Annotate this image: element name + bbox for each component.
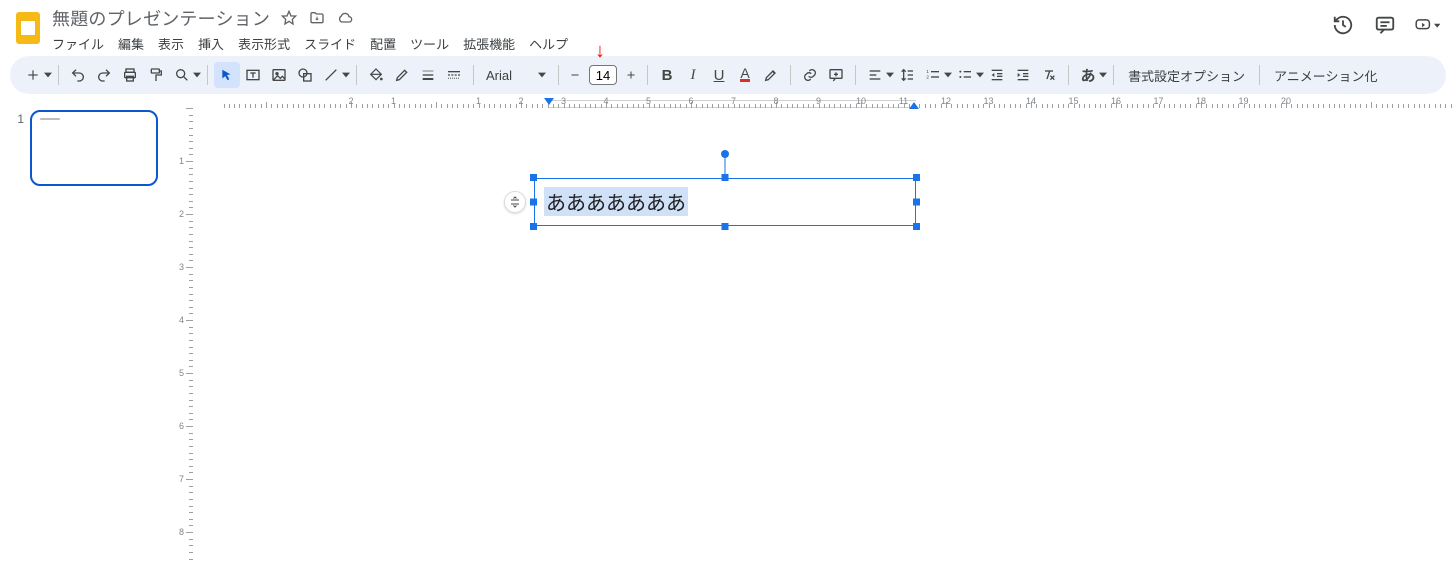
align-button[interactable] bbox=[862, 62, 888, 88]
input-tools-button[interactable]: あ bbox=[1075, 62, 1101, 88]
select-tool-button[interactable] bbox=[214, 62, 240, 88]
move-folder-icon[interactable] bbox=[308, 9, 326, 27]
paint-format-button[interactable] bbox=[143, 62, 169, 88]
bulleted-list-button[interactable] bbox=[952, 62, 978, 88]
menu-insert[interactable]: 挿入 bbox=[198, 34, 224, 53]
italic-button[interactable]: I bbox=[680, 62, 706, 88]
rotation-handle-line bbox=[725, 156, 726, 174]
menu-help[interactable]: ヘルプ bbox=[529, 34, 568, 53]
font-selector[interactable]: Arial bbox=[480, 68, 552, 83]
rotation-handle[interactable] bbox=[721, 150, 729, 158]
new-slide-button[interactable] bbox=[20, 62, 46, 88]
toolbar: Arial B I U A 12 あ 書式設定オプション アニメーション化 bbox=[10, 56, 1446, 94]
zoom-button[interactable] bbox=[169, 62, 195, 88]
image-button[interactable] bbox=[266, 62, 292, 88]
animation-button[interactable]: アニメーション化 bbox=[1266, 66, 1385, 85]
slide-thumbnail-panel: 1 bbox=[0, 94, 175, 565]
resize-handle-tl[interactable] bbox=[530, 174, 537, 181]
document-title[interactable]: 無題のプレゼンテーション bbox=[52, 5, 270, 31]
slide-thumbnail-1[interactable] bbox=[30, 110, 158, 186]
slide-number: 1 bbox=[10, 110, 24, 565]
redo-button[interactable] bbox=[91, 62, 117, 88]
menu-edit[interactable]: 編集 bbox=[118, 34, 144, 53]
border-color-button[interactable] bbox=[389, 62, 415, 88]
star-icon[interactable] bbox=[280, 9, 298, 27]
menu-view[interactable]: 表示 bbox=[158, 34, 184, 53]
comment-icon[interactable] bbox=[1372, 12, 1398, 38]
text-color-button[interactable]: A bbox=[732, 62, 758, 88]
resize-handle-bm[interactable] bbox=[722, 223, 729, 230]
resize-handle-tm[interactable] bbox=[722, 174, 729, 181]
menu-arrange[interactable]: 配置 bbox=[370, 34, 396, 53]
font-size-input[interactable] bbox=[589, 65, 617, 85]
line-button[interactable] bbox=[318, 62, 344, 88]
clear-formatting-button[interactable] bbox=[1036, 62, 1062, 88]
border-dash-button[interactable] bbox=[441, 62, 467, 88]
highlight-color-button[interactable] bbox=[758, 62, 784, 88]
undo-button[interactable] bbox=[65, 62, 91, 88]
vertical-ruler[interactable]: 12345678 bbox=[175, 94, 193, 565]
canvas-area[interactable]: あああああああ bbox=[193, 110, 1456, 565]
print-button[interactable] bbox=[117, 62, 143, 88]
resize-handle-mr[interactable] bbox=[913, 199, 920, 206]
thumbnail-content-line bbox=[40, 118, 60, 120]
resize-handle-tr[interactable] bbox=[913, 174, 920, 181]
svg-text:1: 1 bbox=[926, 69, 929, 74]
present-button[interactable] bbox=[1414, 12, 1440, 38]
slide-canvas[interactable]: あああああああ bbox=[436, 110, 1456, 565]
resize-handle-br[interactable] bbox=[913, 223, 920, 230]
selected-textbox[interactable]: あああああああ bbox=[534, 178, 916, 226]
autofit-button[interactable] bbox=[504, 191, 526, 213]
menu-extensions[interactable]: 拡張機能 bbox=[463, 34, 515, 53]
shape-button[interactable] bbox=[292, 62, 318, 88]
underline-button[interactable]: U bbox=[706, 62, 732, 88]
horizontal-ruler[interactable]: 211234567891011121314151617181920 bbox=[193, 96, 1456, 110]
resize-handle-bl[interactable] bbox=[530, 223, 537, 230]
menu-slide[interactable]: スライド bbox=[304, 34, 356, 53]
decrease-indent-button[interactable] bbox=[984, 62, 1010, 88]
bold-button[interactable]: B bbox=[654, 62, 680, 88]
menu-format[interactable]: 表示形式 bbox=[238, 34, 290, 53]
increase-indent-button[interactable] bbox=[1010, 62, 1036, 88]
history-icon[interactable] bbox=[1330, 12, 1356, 38]
increase-font-size-button[interactable] bbox=[621, 62, 641, 88]
numbered-list-button[interactable]: 12 bbox=[920, 62, 946, 88]
line-spacing-button[interactable] bbox=[894, 62, 920, 88]
resize-handle-ml[interactable] bbox=[530, 199, 537, 206]
slides-app-icon[interactable] bbox=[10, 10, 46, 46]
textbox-text[interactable]: あああああああ bbox=[544, 187, 688, 216]
border-weight-button[interactable] bbox=[415, 62, 441, 88]
titlebar: 無題のプレゼンテーション ファイル 編集 表示 挿入 表示形式 スライド 配置 … bbox=[0, 0, 1456, 56]
decrease-font-size-button[interactable] bbox=[565, 62, 585, 88]
menubar: ファイル 編集 表示 挿入 表示形式 スライド 配置 ツール 拡張機能 ヘルプ bbox=[52, 34, 568, 53]
menu-tools[interactable]: ツール bbox=[410, 34, 449, 53]
insert-link-button[interactable] bbox=[797, 62, 823, 88]
workspace: 1 12345678 21123456789101112131415161718… bbox=[0, 94, 1456, 565]
fill-color-button[interactable] bbox=[363, 62, 389, 88]
menu-file[interactable]: ファイル bbox=[52, 34, 104, 53]
svg-text:2: 2 bbox=[926, 74, 929, 79]
insert-comment-button[interactable] bbox=[823, 62, 849, 88]
font-name-label: Arial bbox=[486, 68, 512, 83]
cloud-status-icon[interactable] bbox=[336, 9, 354, 27]
format-options-button[interactable]: 書式設定オプション bbox=[1120, 66, 1253, 85]
textbox-button[interactable] bbox=[240, 62, 266, 88]
